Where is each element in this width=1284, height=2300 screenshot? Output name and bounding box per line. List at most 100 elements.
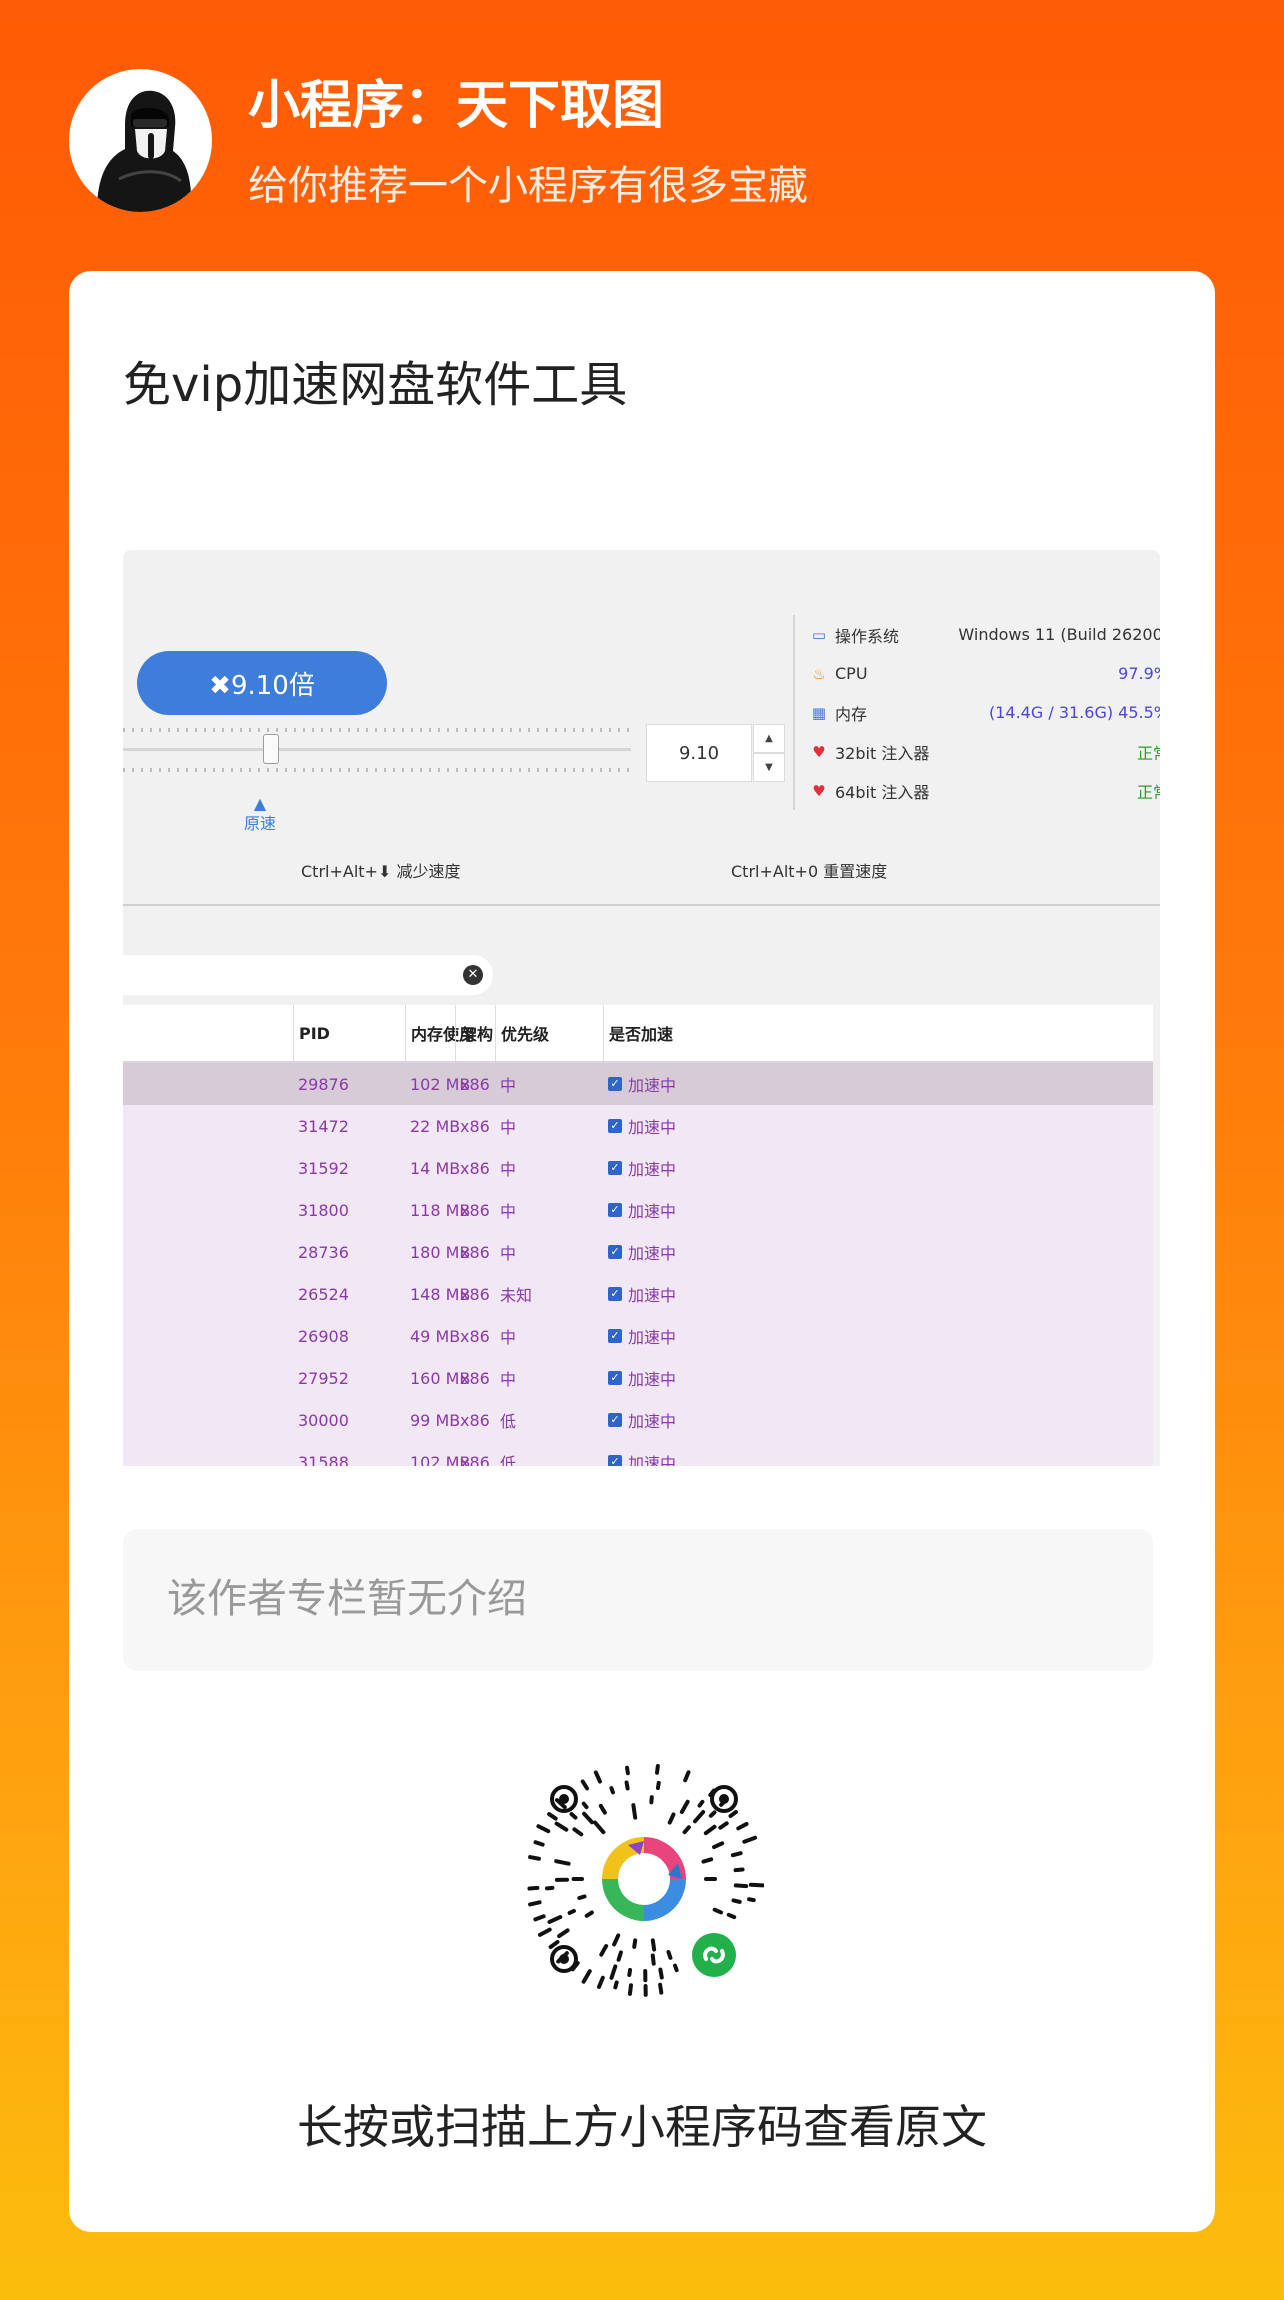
content-card: 免vip加速网盘软件工具 ✖9.10倍 9.10 ▲ ▼ ▲ 原速 ▭ 操作系统 W…	[69, 271, 1215, 2232]
accelerated-cell: ✓ 加速中	[603, 1231, 1153, 1273]
accelerated-cell: ✓ 加速中	[603, 1399, 1153, 1441]
priority-cell: 中	[500, 1118, 517, 1137]
table-row[interactable]: 28736 180 MB x86 中 ✓ 加速中	[123, 1231, 1153, 1273]
article-screenshot: ✖9.10倍 9.10 ▲ ▼ ▲ 原速 ▭ 操作系统 Windows 11 (Bu…	[123, 550, 1160, 1466]
priority-cell: 低	[500, 1454, 517, 1466]
process-name-cell	[123, 1315, 293, 1357]
checkbox-checked-icon[interactable]: ✓	[608, 1119, 622, 1133]
checkbox-checked-icon[interactable]: ✓	[608, 1455, 622, 1466]
arch-cell: x86	[460, 1410, 490, 1430]
table-row[interactable]: 31592 14 MB x86 中 ✓ 加速中	[123, 1147, 1153, 1189]
clear-icon[interactable]: ✕	[463, 965, 483, 985]
process-name-cell	[123, 1441, 293, 1466]
table-row[interactable]: 30000 99 MB x86 低 ✓ 加速中	[123, 1399, 1153, 1441]
flame-icon: ♨	[812, 664, 826, 683]
process-name-cell	[123, 1357, 293, 1399]
accelerated-cell: ✓ 加速中	[603, 1105, 1153, 1147]
memory-cell: 118 MB	[410, 1200, 471, 1220]
heart-icon: ♥	[812, 781, 826, 800]
process-name-cell	[123, 1147, 293, 1189]
accelerated-status-text: 加速中	[628, 1118, 677, 1137]
caret-down-icon: ▼	[765, 762, 773, 773]
checkbox-checked-icon[interactable]: ✓	[608, 1371, 622, 1385]
speed-slider-thumb[interactable]	[263, 734, 279, 764]
checkbox-checked-icon[interactable]: ✓	[608, 1245, 622, 1259]
system-info-label: 操作系统	[835, 626, 900, 646]
table-header: PID 内存使用 架构 优先级 是否加速	[123, 1005, 1153, 1063]
priority-cell: 低	[500, 1412, 517, 1431]
checkbox-checked-icon[interactable]: ✓	[608, 1329, 622, 1343]
checkbox-checked-icon[interactable]: ✓	[608, 1077, 622, 1091]
column-header-arch[interactable]: 架构	[455, 1005, 495, 1061]
arch-cell: x86	[460, 1326, 490, 1346]
hotkey-reset-hint: Ctrl+Alt+0 重置速度	[731, 862, 888, 881]
system-info-row: ▭ 操作系统 Windows 11 (Build 26200)	[809, 615, 1160, 654]
table-row[interactable]: 31588 102 MB x86 低 ✓ 加速中	[123, 1441, 1153, 1466]
priority-cell: 中	[500, 1202, 517, 1221]
table-row[interactable]: 27952 160 MB x86 中 ✓ 加速中	[123, 1357, 1153, 1399]
priority-cell: 未知	[500, 1286, 533, 1305]
process-name-cell	[123, 1189, 293, 1231]
table-row[interactable]: 31800 118 MB x86 中 ✓ 加速中	[123, 1189, 1153, 1231]
memory-cell: 102 MB	[410, 1074, 471, 1094]
process-search-input[interactable]: ✕	[123, 955, 493, 995]
system-info-row: ♥ 32bit 注入器 正常	[809, 732, 1160, 771]
accelerated-status-text: 加速中	[628, 1454, 677, 1466]
accelerated-status-text: 加速中	[628, 1328, 677, 1347]
mini-program-title: 小程序：天下取图	[248, 76, 665, 136]
accelerated-status-text: 加速中	[628, 1244, 677, 1263]
pid-cell: 31592	[298, 1158, 349, 1178]
pid-cell: 27952	[298, 1368, 349, 1388]
priority-cell: 中	[500, 1076, 517, 1095]
table-row[interactable]: 31472 22 MB x86 中 ✓ 加速中	[123, 1105, 1153, 1147]
arch-cell: x86	[460, 1116, 490, 1136]
accelerated-status-text: 加速中	[628, 1286, 677, 1305]
mini-program-code-icon[interactable]	[524, 1759, 764, 1999]
accelerated-cell: ✓ 加速中	[603, 1441, 1153, 1466]
process-name-cell	[123, 1231, 293, 1273]
checkbox-checked-icon[interactable]: ✓	[608, 1203, 622, 1217]
column-header-accelerated[interactable]: 是否加速	[603, 1005, 1153, 1061]
table-row[interactable]: 26908 49 MB x86 中 ✓ 加速中	[123, 1315, 1153, 1357]
hotkey-decrease-hint: Ctrl+Alt+⬇ 减少速度	[301, 862, 461, 881]
spin-up-button[interactable]: ▲	[753, 724, 785, 753]
accelerated-status-text: 加速中	[628, 1202, 677, 1221]
checkbox-checked-icon[interactable]: ✓	[608, 1287, 622, 1301]
accelerated-cell: ✓ 加速中	[603, 1147, 1153, 1189]
system-info-value: 正常	[1136, 782, 1160, 802]
system-info-row: ▦ 内存 (14.4G / 31.6G) 45.5%	[809, 693, 1160, 732]
arch-cell: x86	[460, 1368, 490, 1388]
pid-cell: 29876	[298, 1074, 349, 1094]
pid-cell: 28736	[298, 1242, 349, 1262]
accelerated-status-text: 加速中	[628, 1370, 677, 1389]
system-info-row: ♥ 64bit 注入器 正常	[809, 771, 1160, 810]
checkbox-checked-icon[interactable]: ✓	[608, 1161, 622, 1175]
column-header-memory[interactable]: 内存使用	[405, 1005, 475, 1061]
author-intro-box: 该作者专栏暂无介绍	[123, 1529, 1153, 1671]
column-header-pid[interactable]: PID	[293, 1005, 405, 1061]
column-header-priority[interactable]: 优先级	[495, 1005, 603, 1061]
accelerated-status-text: 加速中	[628, 1076, 677, 1095]
table-row[interactable]: 29876 102 MB x86 中 ✓ 加速中	[123, 1063, 1153, 1105]
pid-cell: 30000	[298, 1410, 349, 1430]
article-title: 免vip加速网盘软件工具	[123, 357, 628, 413]
accelerated-cell: ✓ 加速中	[603, 1315, 1153, 1357]
system-info-label: 内存	[835, 704, 868, 724]
speed-slider-track[interactable]	[123, 748, 631, 751]
column-header-name[interactable]	[123, 1005, 293, 1061]
speed-multiplier-button[interactable]: ✖9.10倍	[137, 651, 387, 715]
table-row[interactable]: 26524 148 MB x86 未知 ✓ 加速中	[123, 1273, 1153, 1315]
system-info-value: 正常	[1136, 743, 1160, 763]
memory-cell: 160 MB	[410, 1368, 471, 1388]
memory-cell: 148 MB	[410, 1284, 471, 1304]
slider-ticks-bottom	[123, 768, 631, 772]
process-name-cell	[123, 1399, 293, 1441]
speed-value-input[interactable]: 9.10	[646, 724, 752, 782]
memory-cell: 102 MB	[410, 1452, 471, 1467]
spin-down-button[interactable]: ▼	[753, 753, 785, 782]
author-avatar[interactable]	[69, 69, 212, 212]
priority-cell: 中	[500, 1244, 517, 1263]
arch-cell: x86	[460, 1242, 490, 1262]
checkbox-checked-icon[interactable]: ✓	[608, 1413, 622, 1427]
accelerated-status-text: 加速中	[628, 1412, 677, 1431]
